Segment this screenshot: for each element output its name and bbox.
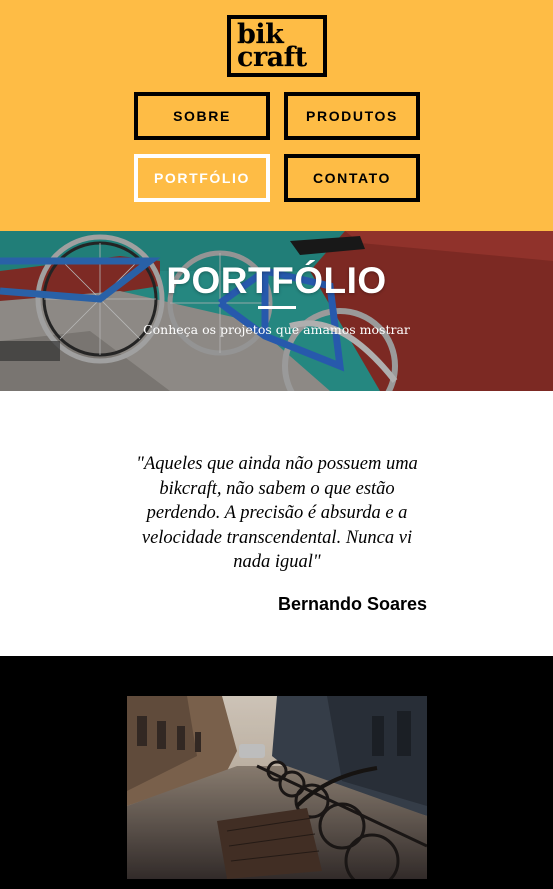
testimonial-quote: "Aqueles que ainda não possuem uma bikcr…: [136, 454, 418, 572]
portfolio-gallery: [0, 656, 553, 889]
page-subtitle: Conheça os projetos que amamos mostrar: [143, 322, 410, 337]
hero-banner: PORTFÓLIO Conheça os projetos que amamos…: [0, 231, 553, 391]
bikcraft-logo[interactable]: bik craft: [227, 15, 327, 77]
nav-contato-button[interactable]: CONTATO: [284, 154, 420, 202]
page-title: PORTFÓLIO: [166, 260, 387, 301]
nav-sobre-button[interactable]: SOBRE: [134, 92, 270, 140]
testimonial-section: "Aqueles que ainda não possuem uma bikcr…: [0, 391, 553, 656]
street-bicycles-image: [127, 696, 427, 879]
portfolio-photo-street-bikes[interactable]: [127, 696, 427, 879]
logo-line-2: craft: [237, 42, 307, 73]
testimonial-author: Bernando Soares: [277, 594, 427, 614]
nav-produtos-button[interactable]: PRODUTOS: [284, 92, 420, 140]
hero-bicycles-image: [0, 231, 553, 391]
nav-portfolio-button[interactable]: PORTFÓLIO: [134, 154, 270, 202]
site-header: bik craft SOBRE PRODUTOS PORTFÓLIO CONTA…: [0, 0, 553, 231]
title-divider: [258, 306, 296, 309]
